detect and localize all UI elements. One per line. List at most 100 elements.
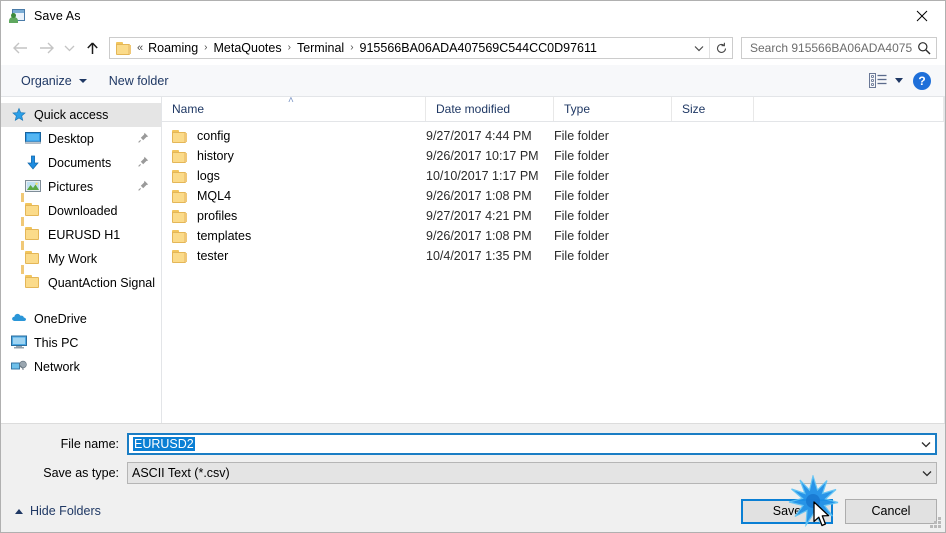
file-name-cell: profiles — [162, 209, 426, 223]
file-type-cell: File folder — [554, 149, 609, 163]
close-icon — [916, 10, 928, 21]
save-as-type-dropdown-button[interactable] — [918, 470, 936, 477]
help-button[interactable]: ? — [913, 71, 931, 90]
dialog-footer: Hide Folders Save Cancel — [1, 490, 945, 532]
resize-grip[interactable] — [930, 517, 942, 529]
search-icon — [912, 41, 936, 55]
refresh-button[interactable] — [709, 38, 732, 58]
folder-icon — [172, 149, 188, 163]
column-header-size[interactable]: Size — [672, 97, 754, 121]
file-name-cell: tester — [162, 249, 426, 263]
sidebar-item-quantaction-signal[interactable]: QuantAction Signal — [1, 265, 161, 295]
onedrive-cloud-icon — [11, 311, 27, 327]
breadcrumb: « Roaming › MetaQuotes › Terminal › 9155… — [137, 41, 689, 55]
file-name-input[interactable]: EURUSD2 — [127, 433, 937, 455]
column-header-name[interactable]: ˄ Name — [162, 97, 426, 121]
file-name-cell: history — [162, 149, 426, 163]
pin-icon[interactable] — [138, 132, 149, 146]
hide-folders-button[interactable]: Hide Folders — [15, 504, 101, 518]
view-options-icon — [869, 73, 887, 88]
file-name-selected-text: EURUSD2 — [133, 437, 195, 451]
command-bar: Organize New folder ? — [1, 65, 945, 97]
breadcrumb-item-metaquotes[interactable]: MetaQuotes — [211, 41, 285, 55]
new-folder-label: New folder — [108, 73, 169, 88]
close-button[interactable] — [899, 1, 945, 30]
table-row[interactable]: tester 10/4/2017 1:35 PM File folder — [162, 246, 944, 266]
network-icon — [11, 359, 27, 375]
file-name-label: MQL4 — [197, 189, 232, 203]
sidebar-item-downloaded[interactable]: Downloaded — [1, 193, 161, 223]
column-header-date-modified[interactable]: Date modified — [426, 97, 554, 121]
address-bar[interactable]: « Roaming › MetaQuotes › Terminal › 9155… — [109, 37, 733, 59]
sidebar-item-desktop[interactable]: Desktop — [1, 127, 161, 151]
cancel-button[interactable]: Cancel — [845, 498, 937, 524]
navigation-sidebar: Quick access Desktop Documents Pictures … — [1, 97, 162, 423]
folder-icon — [172, 229, 188, 243]
window-title: Save As — [34, 9, 81, 23]
view-options-button[interactable] — [865, 71, 907, 90]
save-as-type-select[interactable]: ASCII Text (*.csv) — [127, 462, 937, 484]
breadcrumb-item-guid[interactable]: 915566BA06ADA407569C544CC0D97611 — [357, 41, 600, 55]
table-row[interactable]: templates 9/26/2017 1:08 PM File folder — [162, 226, 944, 246]
breadcrumb-item-terminal[interactable]: Terminal — [294, 41, 347, 55]
folder-icon — [172, 249, 188, 263]
star-icon — [11, 107, 27, 123]
save-as-app-icon — [9, 8, 26, 24]
chevron-down-icon — [895, 78, 903, 83]
sidebar-item-documents[interactable]: Documents — [1, 151, 161, 175]
desktop-icon — [25, 131, 41, 147]
file-date-cell: 9/26/2017 1:08 PM — [426, 189, 532, 203]
table-row[interactable]: MQL4 9/26/2017 1:08 PM File folder — [162, 186, 944, 206]
breadcrumb-overflow-icon[interactable]: « — [137, 42, 145, 54]
folder-icon — [172, 169, 188, 183]
sidebar-item-onedrive[interactable]: OneDrive — [1, 307, 161, 331]
breadcrumb-separator-icon[interactable]: › — [347, 42, 356, 53]
chevron-down-icon — [922, 470, 932, 476]
forward-arrow-icon — [39, 42, 54, 54]
folder-icon — [172, 209, 188, 223]
address-dropdown-button[interactable] — [689, 38, 709, 58]
file-date-cell: 10/4/2017 1:35 PM — [426, 249, 532, 263]
pin-icon[interactable] — [138, 156, 149, 170]
address-folder-icon — [116, 41, 132, 55]
recent-locations-button[interactable] — [59, 35, 79, 61]
file-name-label: tester — [197, 249, 229, 263]
organize-button[interactable]: Organize — [15, 71, 93, 91]
table-row[interactable]: logs 10/10/2017 1:17 PM File folder — [162, 166, 944, 186]
file-name-label: File name: — [60, 437, 119, 451]
organize-label: Organize — [21, 73, 72, 88]
file-date-cell: 9/27/2017 4:21 PM — [426, 209, 532, 223]
file-list-pane: ˄ Name Date modified Type Size config 9/… — [162, 97, 945, 423]
up-button[interactable] — [79, 35, 105, 61]
folder-icon — [21, 217, 41, 243]
sidebar-item-label: Quick access — [34, 108, 109, 122]
sidebar-item-this-pc[interactable]: This PC — [1, 331, 161, 355]
search-placeholder: Search 915566BA06ADA40756... — [750, 41, 912, 55]
table-row[interactable]: history 9/26/2017 10:17 PM File folder — [162, 146, 944, 166]
file-name-dropdown-button[interactable] — [917, 441, 935, 448]
sidebar-item-eurusd-h1[interactable]: EURUSD H1 — [1, 217, 161, 247]
sidebar-item-pictures[interactable]: Pictures — [1, 175, 161, 199]
file-type-cell: File folder — [554, 209, 609, 223]
search-input[interactable]: Search 915566BA06ADA40756... — [741, 37, 937, 59]
breadcrumb-item-roaming[interactable]: Roaming — [145, 41, 201, 55]
sidebar-item-quick-access[interactable]: Quick access — [1, 103, 161, 127]
table-row[interactable]: config 9/27/2017 4:44 PM File folder — [162, 126, 944, 146]
sidebar-item-my-work[interactable]: My Work — [1, 241, 161, 271]
pictures-icon — [25, 179, 41, 195]
pin-icon[interactable] — [138, 180, 149, 194]
table-row[interactable]: profiles 9/27/2017 4:21 PM File folder — [162, 206, 944, 226]
back-button[interactable] — [7, 35, 33, 61]
save-button[interactable]: Save — [741, 498, 833, 524]
file-name-cell: logs — [162, 169, 426, 183]
forward-button[interactable] — [33, 35, 59, 61]
breadcrumb-separator-icon[interactable]: › — [285, 42, 294, 53]
chevron-down-icon — [921, 441, 931, 447]
this-pc-icon — [11, 335, 27, 351]
breadcrumb-separator-icon[interactable]: › — [201, 42, 210, 53]
column-header-type[interactable]: Type — [554, 97, 672, 121]
dialog-body: Quick access Desktop Documents Pictures … — [1, 97, 945, 423]
sidebar-item-network[interactable]: Network — [1, 355, 161, 379]
new-folder-button[interactable]: New folder — [103, 71, 175, 91]
refresh-icon — [716, 42, 726, 53]
